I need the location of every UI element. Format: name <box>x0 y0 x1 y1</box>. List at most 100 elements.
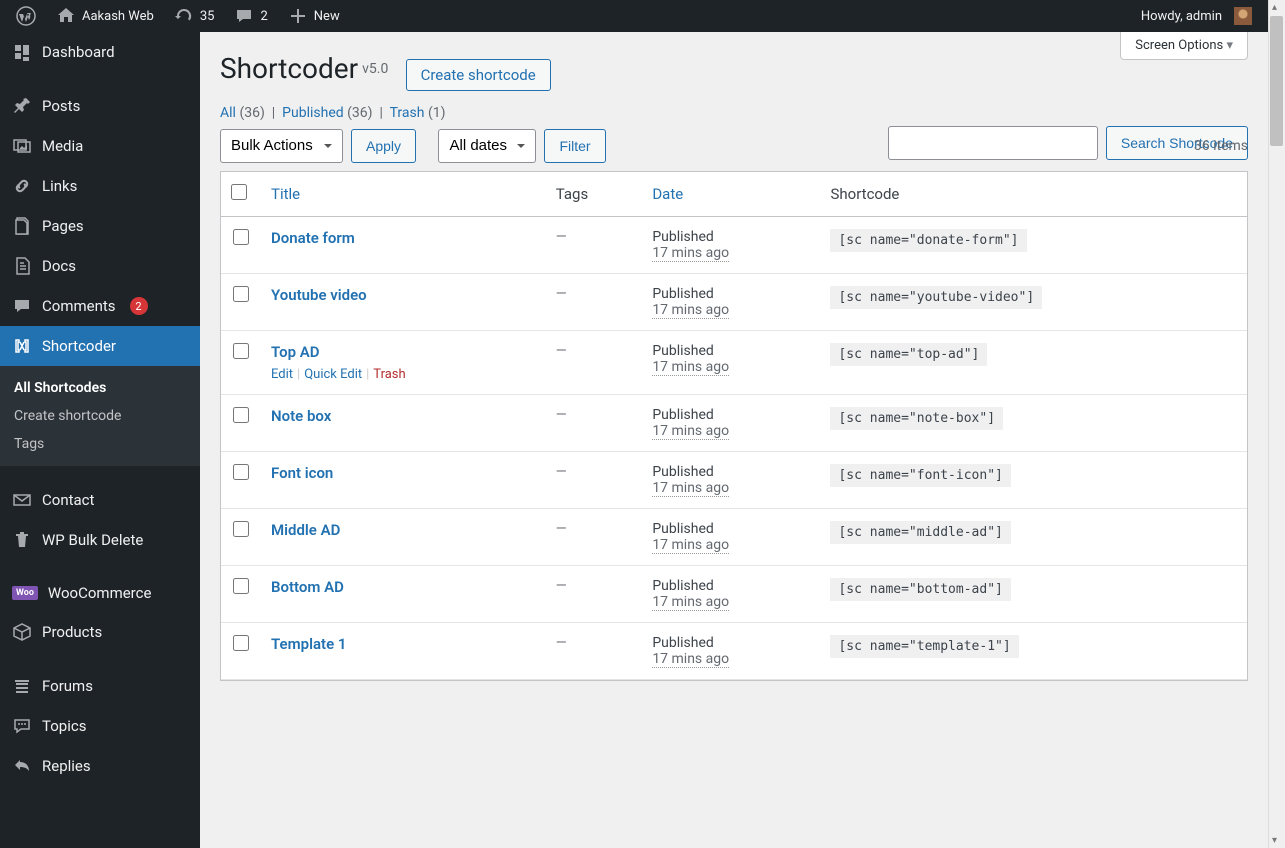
filter-trash[interactable]: Trash <box>390 105 425 121</box>
row-shortcode: [sc name="bottom-ad"] <box>830 578 1010 601</box>
submenu-item-all-shortcodes[interactable]: All Shortcodes <box>0 374 200 402</box>
main-content: Screen Options Shortcoderv5.0 Create sho… <box>200 32 1268 848</box>
table-row: Middle AD—Published17 mins ago[sc name="… <box>221 509 1247 566</box>
table-row: Youtube video—Published17 mins ago[sc na… <box>221 274 1247 331</box>
sidebar-item-posts[interactable]: Posts <box>0 86 200 126</box>
col-tags: Tags <box>546 172 643 217</box>
sidebar-item-label: Dashboard <box>42 43 115 61</box>
scroll-down-arrow[interactable]: ▾ <box>1272 835 1277 846</box>
sidebar-item-label: Contact <box>42 491 94 509</box>
sidebar-item-forums[interactable]: Forums <box>0 666 200 706</box>
sidebar-item-products[interactable]: Products <box>0 612 200 652</box>
table-row: Font icon—Published17 mins ago[sc name="… <box>221 452 1247 509</box>
sidebar-item-label: Pages <box>42 217 84 235</box>
dates-select[interactable]: All dates <box>438 129 536 163</box>
bulk-actions-select[interactable]: Bulk Actions <box>220 129 343 163</box>
edit-link[interactable]: Edit <box>271 367 293 382</box>
row-checkbox[interactable] <box>233 578 249 594</box>
new-link[interactable]: New <box>280 0 348 32</box>
row-title-link[interactable]: Bottom AD <box>271 578 344 596</box>
site-name-link[interactable]: Aakash Web <box>48 0 162 32</box>
row-tags: — <box>546 274 643 331</box>
filter-button[interactable]: Filter <box>544 129 605 163</box>
quick-edit-link[interactable]: Quick Edit <box>304 367 362 382</box>
sidebar-item-label: Replies <box>42 757 91 775</box>
sidebar-item-dashboard[interactable]: Dashboard <box>0 32 200 72</box>
sidebar-item-shortcoder[interactable]: Shortcoder <box>0 326 200 366</box>
apply-button[interactable]: Apply <box>351 129 416 163</box>
table-row: Top ADEdit|Quick Edit|Trash—Published17 … <box>221 331 1247 395</box>
row-checkbox[interactable] <box>233 521 249 537</box>
pin-icon <box>12 96 32 116</box>
sidebar-item-links[interactable]: Links <box>0 166 200 206</box>
row-title-link[interactable]: Middle AD <box>271 521 340 539</box>
screen-options-tab[interactable]: Screen Options <box>1120 32 1248 60</box>
row-actions: Edit|Quick Edit|Trash <box>271 367 536 382</box>
row-tags: — <box>546 623 643 680</box>
create-shortcode-button[interactable]: Create shortcode <box>406 59 551 91</box>
col-title[interactable]: Title <box>271 185 300 203</box>
row-title-link[interactable]: Template 1 <box>271 635 346 653</box>
updates-link[interactable]: 35 <box>166 0 223 32</box>
sidebar-item-topics[interactable]: Topics <box>0 706 200 746</box>
wp-logo[interactable] <box>8 0 44 32</box>
submenu-item-create-shortcode[interactable]: Create shortcode <box>0 402 200 430</box>
row-shortcode: [sc name="template-1"] <box>830 635 1018 658</box>
row-checkbox[interactable] <box>233 407 249 423</box>
row-checkbox[interactable] <box>233 229 249 245</box>
row-title-link[interactable]: Font icon <box>271 464 333 482</box>
row-checkbox[interactable] <box>233 464 249 480</box>
row-checkbox[interactable] <box>233 286 249 302</box>
filter-all[interactable]: All <box>220 105 236 121</box>
wordpress-icon <box>16 6 36 26</box>
sidebar-item-label: Forums <box>42 677 93 695</box>
sidebar-item-contact[interactable]: Contact <box>0 480 200 520</box>
filter-published[interactable]: Published <box>282 105 343 121</box>
row-title-link[interactable]: Donate form <box>271 229 355 247</box>
account-link[interactable]: Howdy, admin <box>1133 0 1260 32</box>
row-checkbox[interactable] <box>233 635 249 651</box>
links-icon <box>12 176 32 196</box>
plugin-version: v5.0 <box>362 61 388 77</box>
row-tags: — <box>546 509 643 566</box>
sidebar-item-comments[interactable]: Comments2 <box>0 286 200 326</box>
sidebar-item-label: Topics <box>42 717 86 735</box>
table-row: Note box—Published17 mins ago[sc name="n… <box>221 395 1247 452</box>
sidebar-item-pages[interactable]: Pages <box>0 206 200 246</box>
items-count: 36 items <box>1194 138 1248 154</box>
updates-count: 35 <box>200 9 215 24</box>
comments-link[interactable]: 2 <box>226 0 275 32</box>
row-checkbox[interactable] <box>233 343 249 359</box>
scroll-up-arrow[interactable]: ▴ <box>1272 2 1277 13</box>
submenu-item-tags[interactable]: Tags <box>0 430 200 458</box>
avatar <box>1234 7 1252 25</box>
scrollbar-thumb[interactable] <box>1270 16 1283 146</box>
row-title-link[interactable]: Top AD <box>271 343 320 361</box>
row-title-link[interactable]: Youtube video <box>271 286 367 304</box>
dashboard-icon <box>12 42 32 62</box>
admin-topbar: Aakash Web 35 2 New Howdy, admin <box>0 0 1268 32</box>
row-shortcode: [sc name="donate-form"] <box>830 229 1026 252</box>
row-date: Published17 mins ago <box>642 452 820 509</box>
sidebar-item-replies[interactable]: Replies <box>0 746 200 786</box>
sidebar-item-woocommerce[interactable]: WooWooCommerce <box>0 574 200 612</box>
sidebar-item-label: Posts <box>42 97 80 115</box>
row-shortcode: [sc name="top-ad"] <box>830 343 987 366</box>
col-date[interactable]: Date <box>652 185 683 203</box>
sidebar-item-label: WooCommerce <box>48 584 152 602</box>
sidebar-item-media[interactable]: Media <box>0 126 200 166</box>
sidebar-item-label: Products <box>42 623 102 641</box>
row-title-link[interactable]: Note box <box>271 407 331 425</box>
products-icon <box>12 622 32 642</box>
sidebar-item-docs[interactable]: Docs <box>0 246 200 286</box>
shortcodes-table: Title Tags Date Shortcode Donate form—Pu… <box>220 171 1248 681</box>
row-date: Published17 mins ago <box>642 623 820 680</box>
sidebar-item-wp-bulk-delete[interactable]: WP Bulk Delete <box>0 520 200 560</box>
sidebar-item-label: Shortcoder <box>42 337 116 355</box>
vertical-scrollbar[interactable]: ▴ ▾ <box>1268 0 1285 848</box>
trash-link[interactable]: Trash <box>373 367 405 382</box>
badge: 2 <box>130 297 148 315</box>
sidebar-item-label: Docs <box>42 257 76 275</box>
row-tags: — <box>546 452 643 509</box>
select-all-checkbox[interactable] <box>231 184 247 200</box>
